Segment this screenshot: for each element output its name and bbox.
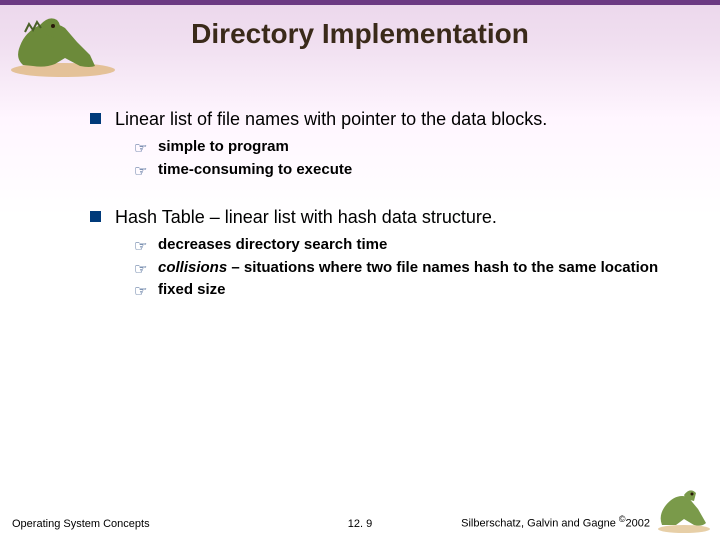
- square-bullet-icon: [90, 211, 101, 222]
- hand-icon: ☞: [134, 260, 148, 278]
- dinosaur-logo-bottom: [654, 479, 714, 534]
- sub-bullet-text: collisions – situations where two file n…: [158, 258, 658, 278]
- sub-bullet-group: ☞ decreases directory search time ☞ coll…: [134, 235, 680, 300]
- hand-icon: ☞: [134, 162, 148, 180]
- sub-bullet-text: fixed size: [158, 280, 226, 300]
- sub-bullet-text: simple to program: [158, 137, 289, 157]
- sub-bullet-item: ☞ time-consuming to execute: [134, 160, 680, 180]
- sub-bullet-group: ☞ simple to program ☞ time-consuming to …: [134, 137, 680, 180]
- sub-bullet-item: ☞ collisions – situations where two file…: [134, 258, 680, 278]
- slide: Directory Implementation Linear list of …: [0, 0, 720, 540]
- content-area: Linear list of file names with pointer t…: [90, 108, 680, 326]
- slide-title: Directory Implementation: [0, 18, 720, 50]
- sub-bullet-item: ☞ fixed size: [134, 280, 680, 300]
- footer-authors: Silberschatz, Galvin and Gagne: [461, 518, 619, 530]
- bullet-text: Linear list of file names with pointer t…: [115, 108, 547, 131]
- top-stripe: [0, 0, 720, 5]
- copyright-symbol: ©: [619, 514, 626, 524]
- sub-bullet-item: ☞ simple to program: [134, 137, 680, 157]
- sub-bullet-text: decreases directory search time: [158, 235, 387, 255]
- bullet-text: Hash Table – linear list with hash data …: [115, 206, 497, 229]
- footer-right: Silberschatz, Galvin and Gagne ©2002: [461, 514, 650, 530]
- italic-term: collisions: [158, 259, 227, 276]
- bullet-item: Linear list of file names with pointer t…: [90, 108, 680, 131]
- hand-icon: ☞: [134, 282, 148, 300]
- hand-icon: ☞: [134, 139, 148, 157]
- footer-year: 2002: [626, 518, 650, 530]
- square-bullet-icon: [90, 113, 101, 124]
- sub-bullet-rest: – situations where two file names hash t…: [227, 259, 658, 276]
- bullet-item: Hash Table – linear list with hash data …: [90, 206, 680, 229]
- sub-bullet-item: ☞ decreases directory search time: [134, 235, 680, 255]
- hand-icon: ☞: [134, 237, 148, 255]
- sub-bullet-text: time-consuming to execute: [158, 160, 352, 180]
